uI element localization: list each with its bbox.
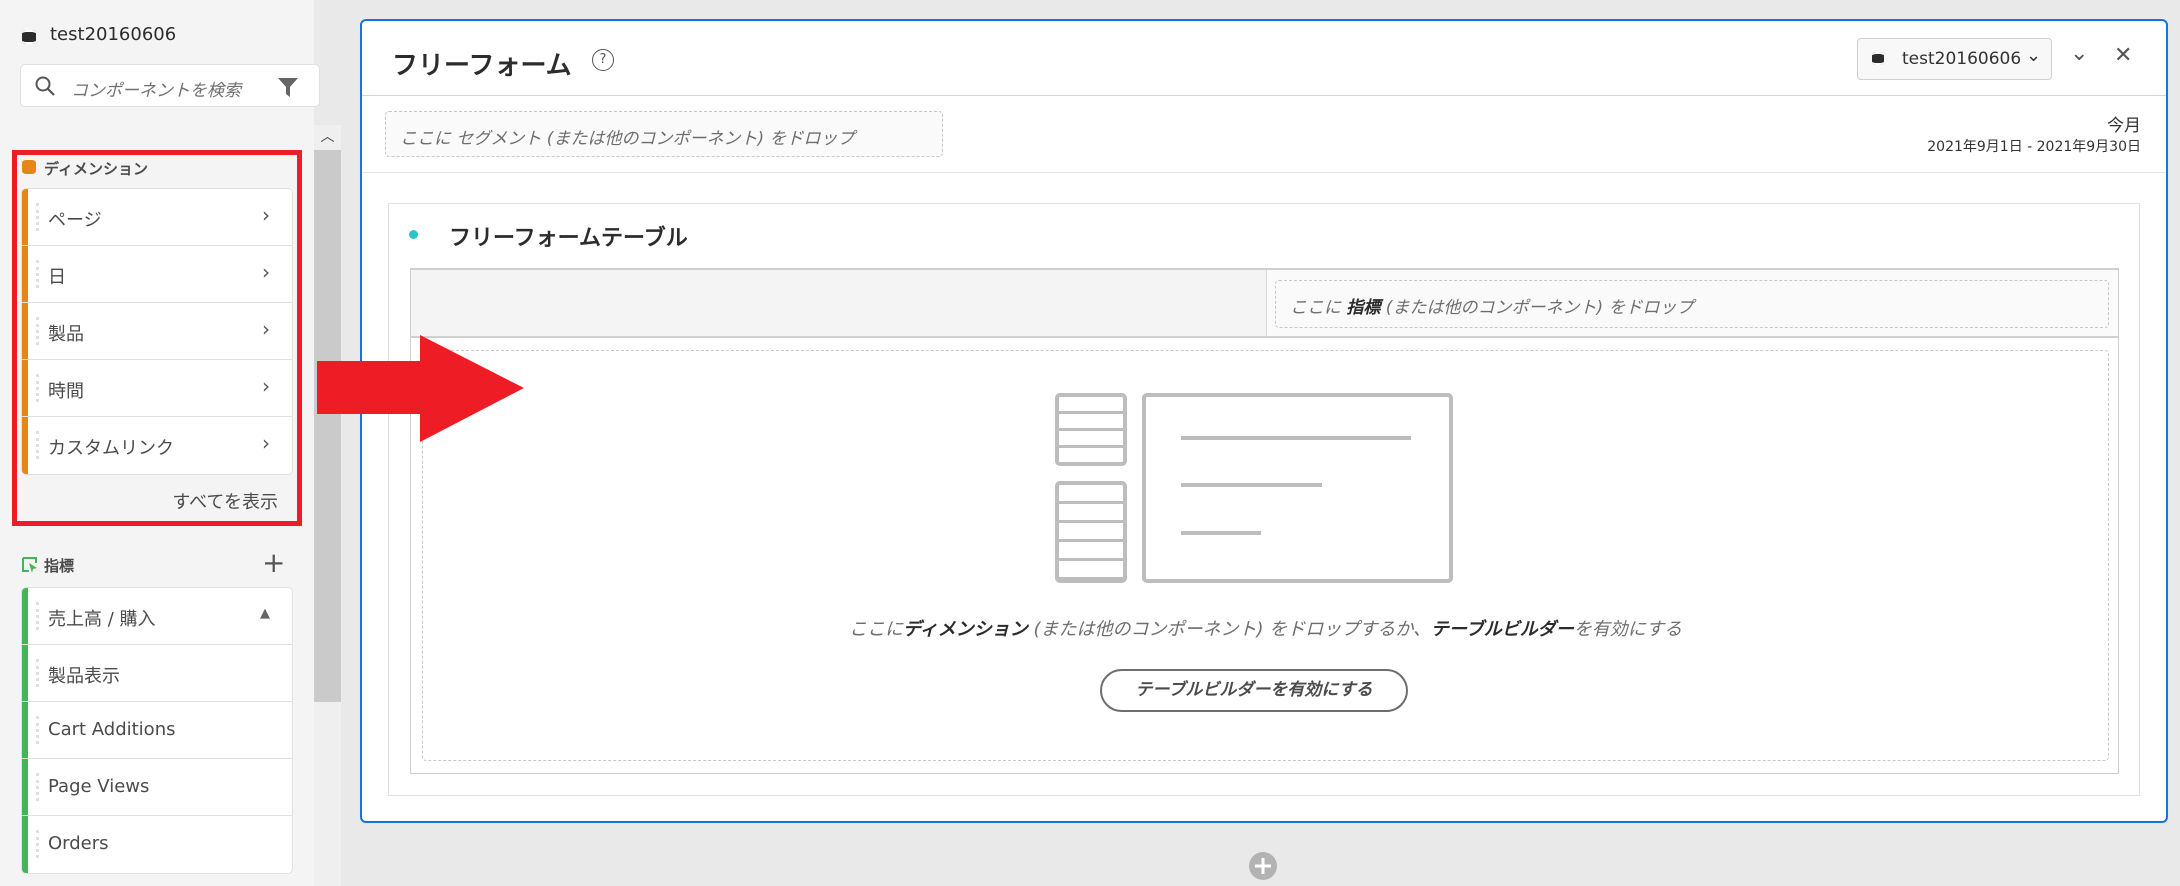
item-label: Page Views [48,776,150,797]
close-icon[interactable]: ✕ [2114,43,2132,68]
table-illustration-rows [1055,393,1127,466]
date-range[interactable]: 2021年9月1日 - 2021年9月30日 [1927,136,2141,156]
sidebar-scrollbar-thumb[interactable] [314,150,341,702]
report-suite-name: test20160606 [50,24,177,45]
status-dot [409,230,418,239]
metric-list: 売上高 / 購入 ▲ 製品表示 Cart Additions Page Views… [21,587,293,874]
table-illustration-rows [1055,481,1127,583]
metric-item[interactable]: 売上高 / 購入 ▲ [22,588,292,645]
filter-icon[interactable] [277,76,299,98]
scroll-up-icon[interactable]: ︿ [314,125,341,150]
table-corner-cell [411,270,1267,338]
metric-item[interactable]: Cart Additions [22,702,292,759]
component-search[interactable]: コンポーネントを検索 [20,64,320,107]
drag-handle[interactable] [36,602,39,630]
freeform-table: ここに 指標 (または他のコンポーネント) をドロップ ここにディメンション (… [410,268,2119,774]
drag-handle[interactable] [36,716,39,744]
help-icon[interactable]: ? [592,49,614,71]
drop-text: (または他のコンポーネント) をドロップ [1380,298,1694,318]
item-label: Cart Additions [48,719,176,740]
freeform-table-card: フリーフォームテーブル ここに 指標 (または他のコンポーネント) をドロップ … [388,203,2140,796]
search-icon [35,76,55,96]
adobe-icon: ▲ [260,606,270,621]
enable-table-builder-button[interactable]: テーブルビルダーを有効にする [1100,669,1408,712]
drag-handle[interactable] [36,830,39,858]
drop-text-bold: 指標 [1346,298,1381,318]
drag-handle[interactable] [36,773,39,801]
report-suite-icon [22,30,36,44]
chevron-down-icon: ⌄ [2026,45,2042,66]
collapse-panel-icon[interactable]: ⌄ [2070,41,2088,66]
metric-item[interactable]: 製品表示 [22,645,292,702]
segment-drop-text: ここに セグメント (または他のコンポーネント) をドロップ [400,129,855,149]
segment-drop-zone[interactable]: ここに セグメント (または他のコンポーネント) をドロップ [385,111,943,157]
table-title: フリーフォームテーブル [449,226,688,251]
metric-item[interactable]: Orders [22,816,292,873]
table-illustration-panel [1142,393,1453,583]
highlight-box [12,150,302,526]
panel-title: フリーフォーム [392,51,572,81]
add-metric-icon[interactable]: + [262,546,285,579]
metric-item[interactable]: Page Views [22,759,292,816]
metric-icon [22,557,37,573]
drag-handle[interactable] [36,659,39,687]
drop-text: ここに [1290,298,1347,318]
dropdown-value: test20160606 [1902,49,2022,69]
item-label: 売上高 / 購入 [48,609,156,630]
metrics-header: 指標 [44,557,75,575]
add-panel-icon[interactable] [1248,851,1278,881]
divider [362,95,2166,96]
search-input[interactable]: コンポーネントを検索 [71,76,241,101]
empty-table-message: ここにディメンション (または他のコンポーネント) をドロップするか、テーブルビ… [849,619,1682,640]
date-range-label[interactable]: 今月 [2107,111,2141,136]
item-label: 製品表示 [48,666,120,687]
item-label: Orders [48,833,109,854]
metric-drop-zone[interactable]: ここに 指標 (または他のコンポーネント) をドロップ [1275,280,2109,328]
freeform-panel: フリーフォーム ? test20160606 ⌄ ⌄ ✕ ここに セグメント (… [360,19,2168,823]
report-suite-icon [1872,52,1884,65]
dimension-drop-zone[interactable]: ここにディメンション (または他のコンポーネント) をドロップするか、テーブルビ… [422,350,2109,761]
divider [362,172,2166,173]
components-sidebar: test20160606 コンポーネントを検索 ディメンション ページ › 日 › … [0,0,320,886]
report-suite-dropdown[interactable]: test20160606 ⌄ [1857,38,2052,80]
